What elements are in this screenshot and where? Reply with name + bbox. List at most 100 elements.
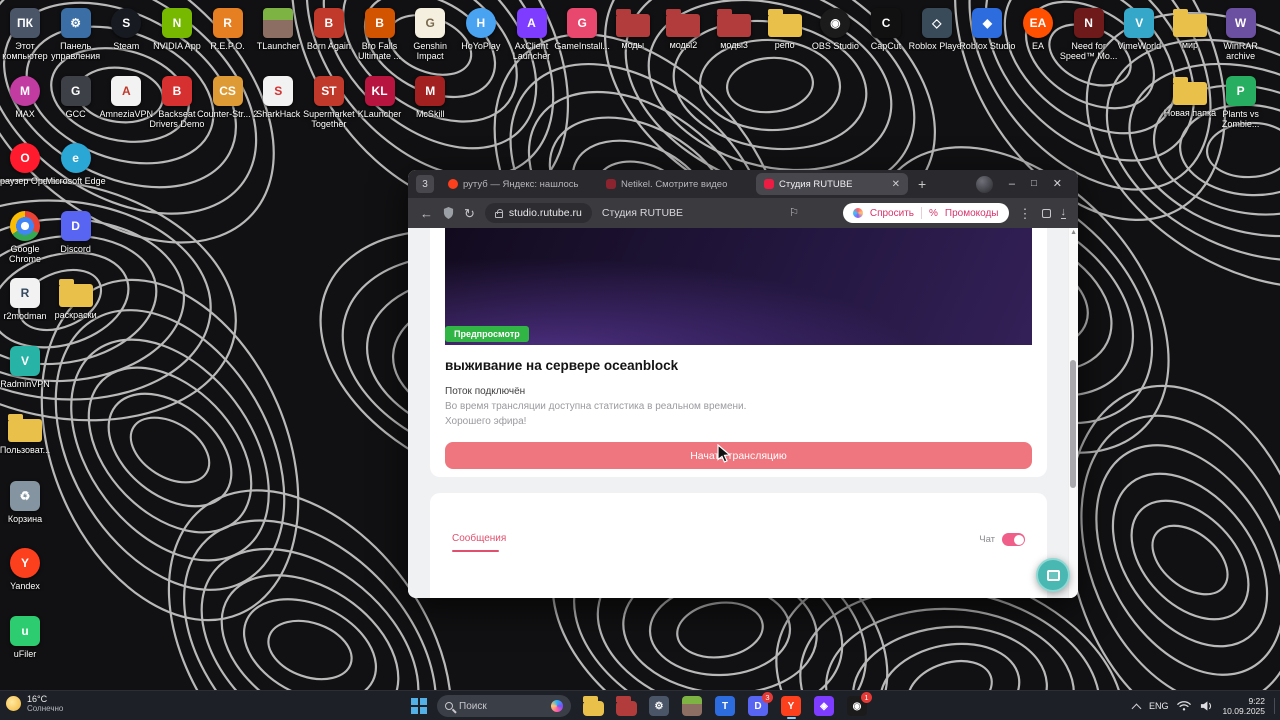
tab-title: Студия RUTUBE [779, 179, 852, 190]
desktop-icon-mcskill[interactable]: MMcSkill [399, 76, 461, 119]
page-scrollbar[interactable]: ▲ [1068, 228, 1078, 598]
minimize-button[interactable]: – [1009, 179, 1015, 190]
taskbar-icon-media-app[interactable]: ◈ [812, 693, 836, 719]
tab-messages[interactable]: Сообщения [452, 533, 506, 552]
edge-icon: e [61, 143, 91, 173]
address-field[interactable]: studio.rutube.ru [485, 203, 592, 223]
taskbar-icon-folder-mods[interactable] [614, 693, 638, 719]
taskbar-icon-minecraft[interactable] [680, 693, 704, 719]
roblox-player-icon: ◇ [922, 8, 952, 38]
wifi-icon[interactable] [1177, 700, 1191, 712]
tray-time: 9:22 [1222, 696, 1265, 706]
plants-vs-zombies-icon: P [1226, 76, 1256, 106]
bookmark-icon[interactable]: ⚐ [789, 208, 799, 219]
tab-yandex-search[interactable]: рутуб — Яндекс: нашлось [440, 173, 592, 195]
tray-overflow-chevron-icon[interactable] [1131, 703, 1141, 713]
window-controls: – □ ✕ [976, 176, 1070, 193]
klauncher-icon: KL [365, 76, 395, 106]
folder-mody3-icon [717, 14, 751, 37]
search-box[interactable]: Поиск [437, 695, 571, 717]
maximize-button[interactable]: □ [1031, 179, 1037, 189]
tab-counter-button[interactable]: 3 [416, 175, 434, 193]
desktop-icon-recycle-bin[interactable]: ♻Корзина [0, 481, 56, 524]
rutube-studio-page: Предпросмотр выживание на сервере oceanb… [408, 228, 1078, 598]
promo-button[interactable]: Промокоды [945, 208, 999, 219]
new-tab-button[interactable]: + [914, 176, 930, 192]
desktop-icon-edge[interactable]: e Microsoft Edge [45, 143, 107, 186]
nvidia-app-icon: N [162, 8, 192, 38]
taskbar-icon-yandex-browser[interactable]: Y [779, 693, 803, 719]
folder-mody-icon [616, 14, 650, 37]
extensions-icon[interactable] [1042, 209, 1051, 218]
taskbar-clock[interactable]: 9:22 10.09.2025 [1222, 696, 1265, 716]
desktop-icon-label: раскраски [45, 310, 107, 320]
vimeworld-icon: V [1124, 8, 1154, 38]
stream-info-2: Хорошего эфира! [445, 416, 1032, 427]
stream-card: Предпросмотр выживание на сервере oceanb… [430, 228, 1047, 477]
r2modman-icon: R [10, 278, 40, 308]
counter-strike-2-icon: CS [213, 76, 243, 106]
taskbar-icon-settings[interactable]: ⚙ [647, 693, 671, 719]
percent-icon: % [929, 208, 938, 219]
desktop-icon-discord[interactable]: DDiscord [45, 211, 107, 254]
tab-close-icon[interactable]: ✕ [892, 179, 900, 190]
winrar-archive-icon: W [1226, 8, 1256, 38]
language-indicator[interactable]: ENG [1149, 701, 1169, 711]
genshin-impact-icon: G [415, 8, 445, 38]
browser-menu-icon[interactable]: ⋮ [1019, 207, 1032, 220]
weather-widget[interactable]: 16°C Солнечно [6, 694, 63, 713]
lock-icon [495, 212, 503, 218]
taskbar-icon-discord[interactable]: D3 [746, 693, 770, 719]
chat-label: Чат [979, 534, 995, 545]
desktop-icon-label: Microsoft Edge [45, 176, 107, 186]
volume-icon[interactable] [1200, 700, 1213, 712]
close-button[interactable]: ✕ [1053, 179, 1062, 190]
capcut-icon: C [871, 8, 901, 38]
born-again-icon: B [314, 8, 344, 38]
protect-shield-icon[interactable] [443, 207, 454, 219]
taskbar-icon-obs-studio[interactable]: ◉1 [845, 693, 869, 719]
stream-preview: Предпросмотр [445, 228, 1032, 345]
backseat-drivers-icon: B [162, 76, 192, 106]
weather-desc: Солнечно [27, 704, 63, 713]
desktop-icon-winrar-archive[interactable]: WWinRAR archive [1210, 8, 1272, 61]
folder-raskraski-icon [59, 284, 93, 307]
file-explorer-icon [583, 701, 604, 716]
assistant-pill: Спросить % Промокоды [843, 203, 1009, 223]
desktop-icon-radmin-vpn[interactable]: VRadminVPN [0, 346, 56, 389]
divider [921, 207, 922, 219]
ask-button[interactable]: Спросить [870, 208, 914, 219]
tab-rutube-studio[interactable]: Студия RUTUBE ✕ [756, 173, 908, 195]
desktop-icon-folder-users[interactable]: Пользоват... [0, 413, 56, 455]
reload-button[interactable]: ↻ [464, 207, 475, 220]
desktop-icon-yandex[interactable]: YYandex [0, 548, 56, 591]
back-button[interactable]: ← [420, 207, 433, 220]
downloads-icon[interactable]: ↓ [1061, 207, 1067, 219]
control-panel-icon: ⚙ [61, 8, 91, 38]
profile-avatar[interactable] [976, 176, 993, 193]
tab-netikel-video[interactable]: Netikel. Смотрите видео [598, 173, 750, 195]
bro-falls-icon: B [365, 8, 395, 38]
start-broadcast-button[interactable]: Начать трансляцию [445, 442, 1032, 469]
new-folder-icon [1173, 82, 1207, 105]
tab-title: Netikel. Смотрите видео [621, 179, 727, 190]
floating-widget-button[interactable] [1036, 558, 1070, 592]
folder-mir-icon [1173, 14, 1207, 37]
taskbar-icon-tlauncher[interactable]: T [713, 693, 737, 719]
taskbar-icon-file-explorer[interactable] [581, 693, 605, 719]
desktop-icon-label: Yandex [0, 581, 56, 591]
chat-toggle[interactable] [1002, 533, 1025, 546]
start-button[interactable] [411, 698, 427, 714]
scroll-up-icon[interactable]: ▲ [1070, 229, 1077, 236]
desktop-icon-folder-raskraski[interactable]: раскраски [45, 278, 107, 320]
show-desktop-strip[interactable] [1274, 698, 1275, 714]
yandex-browser-icon: Y [781, 696, 801, 716]
max-icon: M [10, 76, 40, 106]
scrollbar-thumb[interactable] [1070, 360, 1076, 488]
messages-tab-label: Сообщения [452, 533, 506, 544]
desktop-icon-plants-vs-zombies[interactable]: PPlants vs Zombie... [1210, 76, 1272, 129]
taskbar-icons: ⚙ T D3 Y ◈ ◉1 [581, 693, 869, 719]
gcc-icon: G [61, 76, 91, 106]
desktop-icon-ufiler[interactable]: uuFiler [0, 616, 56, 659]
system-tray: ENG 9:22 10.09.2025 [1133, 691, 1275, 720]
